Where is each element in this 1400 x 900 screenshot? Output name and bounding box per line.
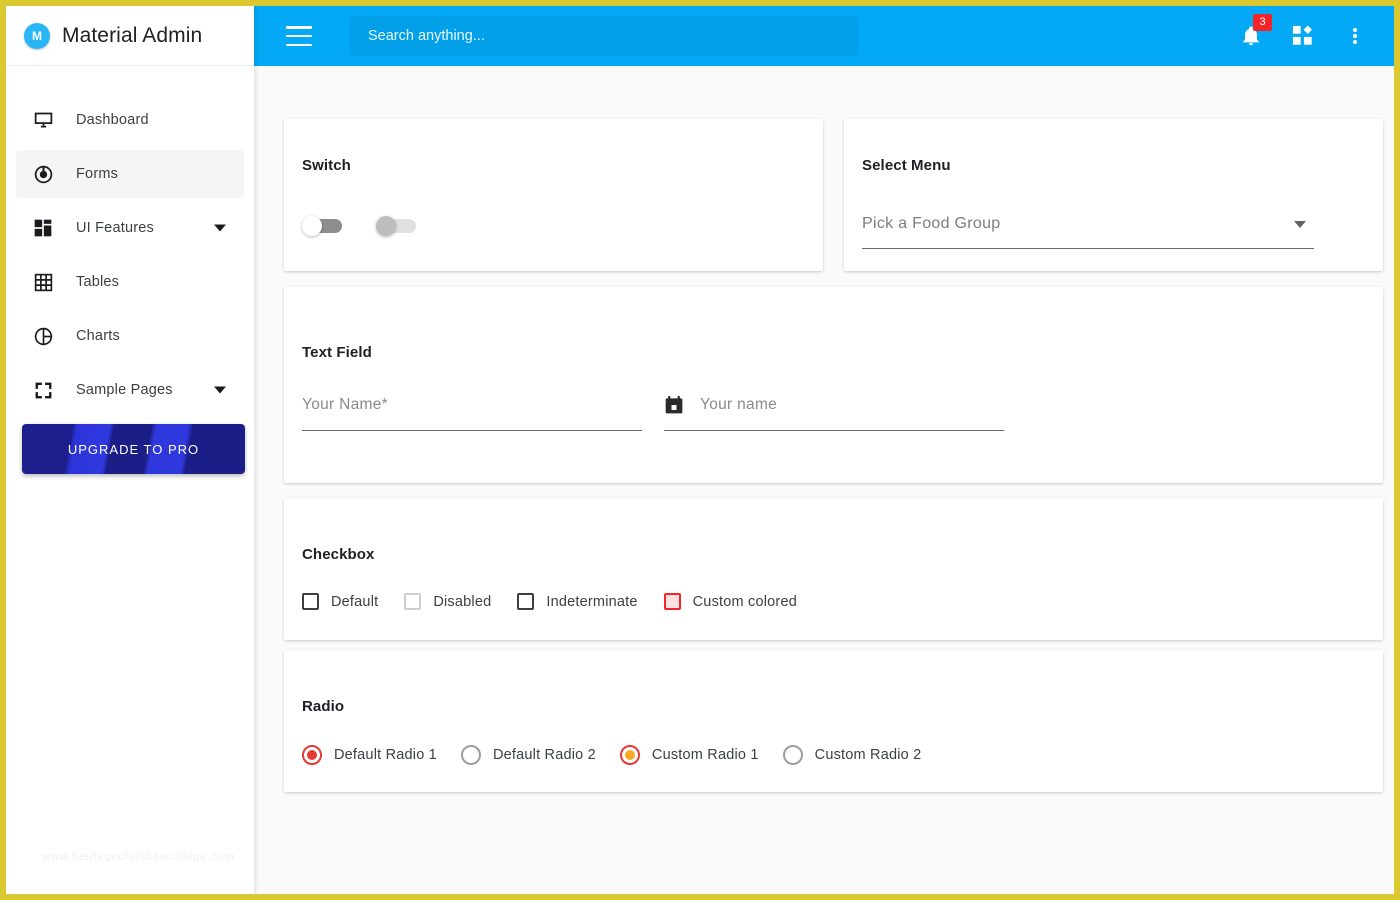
switch-card: Switch — [284, 119, 823, 271]
switch-thumb — [302, 216, 322, 236]
checkbox-box-icon — [517, 593, 535, 610]
sidebar-item-forms[interactable]: Forms — [16, 150, 244, 198]
radio-default-1[interactable]: Default Radio 1 — [302, 745, 437, 765]
checkbox-disabled: Disabled — [404, 593, 491, 610]
pie-chart-icon — [30, 324, 56, 348]
disabled-switch — [376, 216, 416, 236]
radio-label: Default Radio 2 — [492, 747, 596, 763]
expand-icon — [30, 378, 56, 402]
spiral-icon — [30, 162, 56, 186]
watermark-text: www.heritagechristiancollege.com — [42, 851, 235, 863]
sidebar-item-dashboard[interactable]: Dashboard — [16, 96, 244, 144]
checkbox-label: Indeterminate — [546, 593, 638, 610]
hamburger-icon[interactable] — [286, 26, 312, 46]
default-switch[interactable] — [302, 216, 342, 236]
checkbox-box-icon — [302, 593, 319, 610]
radio-label: Default Radio 1 — [334, 747, 437, 763]
sidebar-item-charts[interactable]: Charts — [16, 312, 244, 360]
sidebar: M Material Admin Dashboard Forms UI Feat… — [6, 6, 254, 894]
date-field[interactable] — [664, 379, 1004, 431]
your-name-input[interactable] — [302, 395, 642, 414]
sidebar-item-sample-pages[interactable]: Sample Pages — [16, 366, 244, 414]
calendar-icon[interactable] — [664, 395, 684, 415]
main-content: Switch Select Menu Pick a Food Group Tex… — [254, 66, 1394, 894]
radio-circle-icon — [460, 745, 481, 765]
grid-icon — [30, 270, 56, 294]
radio-custom-2[interactable]: Custom Radio 2 — [782, 745, 922, 765]
sidebar-item-label: Dashboard — [76, 112, 149, 128]
checkbox-group: Default Disabled Indeterminate Custom co… — [302, 593, 823, 610]
radio-custom-1[interactable]: Custom Radio 1 — [619, 745, 759, 765]
dashboard-icon — [30, 216, 56, 240]
sidebar-item-label: UI Features — [76, 220, 154, 236]
select-menu-card: Select Menu Pick a Food Group — [844, 119, 1383, 271]
text-field-card: Text Field — [284, 287, 1383, 483]
top-bar: 3 — [254, 6, 1394, 66]
checkbox-indeterminate[interactable]: Indeterminate — [517, 593, 637, 610]
checkbox-default[interactable]: Default — [302, 593, 378, 610]
radio-label: Custom Radio 1 — [651, 747, 759, 763]
notifications-button[interactable]: 3 — [1238, 14, 1272, 49]
search-input[interactable] — [350, 16, 858, 56]
checkbox-box-icon — [404, 593, 422, 610]
sidebar-item-label: Sample Pages — [76, 382, 173, 398]
radio-group: Default Radio 1 Default Radio 2 Custom R… — [302, 745, 945, 765]
switch-card-title: Switch — [302, 157, 351, 174]
notification-badge: 3 — [1253, 14, 1272, 31]
top-bar-actions: 3 — [1238, 14, 1368, 49]
checkbox-card-title: Checkbox — [302, 546, 375, 563]
select-menu-card-title: Select Menu — [862, 157, 951, 174]
sidebar-item-label: Forms — [76, 166, 119, 182]
kebab-menu-icon[interactable] — [1342, 23, 1368, 49]
date-input[interactable] — [700, 395, 1004, 414]
checkbox-label: Disabled — [433, 593, 492, 610]
chevron-down-icon — [1294, 221, 1306, 228]
radio-circle-icon — [782, 745, 803, 765]
brand-header[interactable]: M Material Admin — [6, 6, 254, 66]
upgrade-to-pro-button[interactable]: UPGRADE TO PRO — [22, 424, 245, 474]
chevron-down-icon[interactable] — [214, 386, 226, 394]
radio-default-2[interactable]: Default Radio 2 — [460, 745, 596, 765]
sidebar-item-label: Charts — [76, 328, 120, 344]
your-name-field[interactable] — [302, 379, 642, 431]
switch-thumb — [376, 216, 396, 236]
chevron-down-icon[interactable] — [214, 224, 226, 232]
checkbox-custom-colored[interactable]: Custom colored — [663, 593, 797, 610]
radio-circle-icon — [302, 745, 322, 765]
food-group-select[interactable]: Pick a Food Group — [862, 199, 1314, 249]
brand-logo-icon: M — [24, 22, 50, 49]
checkbox-label: Default — [331, 593, 379, 610]
brand-title: Material Admin — [62, 23, 203, 47]
sidebar-nav: Dashboard Forms UI Features Tables Chart… — [6, 66, 254, 414]
text-field-card-title: Text Field — [302, 344, 372, 361]
radio-circle-icon — [619, 745, 640, 765]
checkbox-label: Custom colored — [692, 593, 797, 610]
checkbox-card: Checkbox Default Disabled Indeterminate … — [284, 498, 1383, 640]
radio-card: Radio Default Radio 1 Default Radio 2 Cu… — [284, 650, 1383, 792]
checkbox-box-icon — [663, 593, 681, 610]
app-window: M Material Admin Dashboard Forms UI Feat… — [0, 0, 1400, 900]
apps-grid-icon[interactable] — [1290, 23, 1316, 49]
monitor-icon — [30, 108, 56, 132]
sidebar-item-ui-features[interactable]: UI Features — [16, 204, 244, 252]
sidebar-item-tables[interactable]: Tables — [16, 258, 244, 306]
select-placeholder: Pick a Food Group — [862, 214, 1001, 232]
sidebar-item-label: Tables — [76, 274, 120, 290]
radio-card-title: Radio — [302, 698, 345, 715]
radio-label: Custom Radio 2 — [814, 747, 922, 763]
